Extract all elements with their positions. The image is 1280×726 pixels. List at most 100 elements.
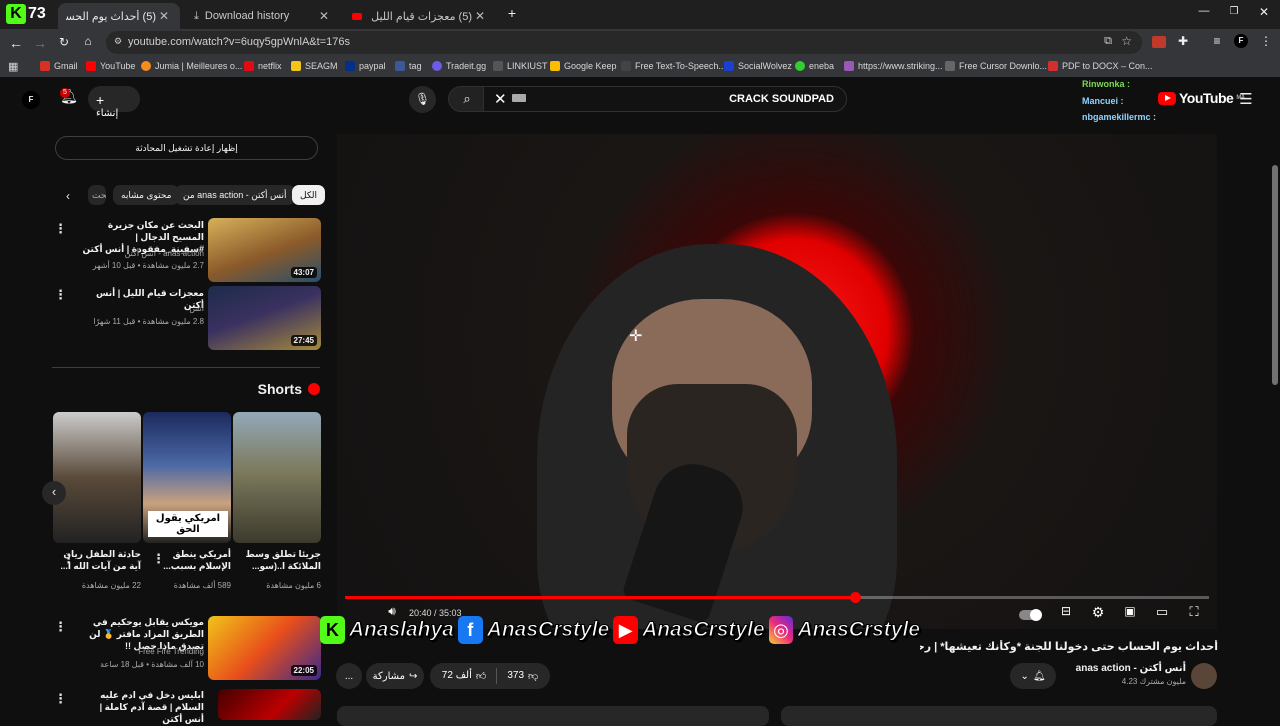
bookmark-gmail[interactable]: Gmail — [40, 61, 78, 71]
chip-similar[interactable]: محتوى مشابه — [113, 185, 180, 205]
bookmark-paypal[interactable]: paypal — [345, 61, 386, 71]
fullscreen-icon[interactable]: ⛶ — [1181, 604, 1207, 626]
apps-icon[interactable]: ▦ — [8, 60, 18, 73]
tab-miracles[interactable]: (5) معجزات قيام الليل | أنس أكتن... ✕ — [344, 3, 496, 29]
channel-name[interactable]: anas action - أنس أكتن — [1060, 663, 1186, 674]
short-title[interactable]: جريئا تطلق وسط الملائكة ا..(سو... — [235, 548, 321, 572]
bookmark-google-keep[interactable]: Google Keep — [550, 61, 617, 71]
video-thumbnail[interactable]: 43:07 — [208, 218, 321, 282]
bookmark-star-icon[interactable]: ☆ — [1121, 34, 1132, 48]
scrubber-handle[interactable] — [849, 592, 861, 603]
channel-avatar[interactable] — [1191, 663, 1217, 689]
close-icon[interactable]: ✕ — [156, 9, 172, 23]
install-icon[interactable]: ⧉ — [1104, 35, 1112, 48]
avatar[interactable]: F — [22, 91, 40, 109]
back-icon[interactable]: ← — [8, 35, 24, 51]
create-button[interactable]: + إنشاء — [88, 86, 140, 119]
video-thumbnail[interactable] — [218, 689, 321, 720]
youtube-logo[interactable]: YouTube MA — [1158, 90, 1245, 106]
home-icon[interactable]: ⌂ — [80, 34, 96, 48]
bookmark-tts[interactable]: Free Text-To-Speech... — [621, 61, 726, 71]
chip-from-channel[interactable]: من anas action - أنس أكتن — [175, 185, 295, 205]
page-scrollbar[interactable] — [1272, 165, 1278, 385]
clear-search-icon[interactable]: ✕ — [494, 90, 507, 108]
tab-download-history[interactable]: ⤓ Download history ✕ — [186, 3, 340, 29]
keyboard-icon[interactable] — [512, 94, 526, 102]
chip-more[interactable]: محت — [88, 185, 106, 205]
voice-search-icon[interactable]: 🎙︎ — [409, 86, 436, 113]
bookmark-linkiust[interactable]: LINKIUST — [493, 61, 548, 71]
show-chat-replay-button[interactable]: إظهار إعادة تشغيل المحادثة — [55, 136, 318, 160]
bookmark-eneba[interactable]: eneba — [795, 61, 834, 71]
crosshair-cursor-icon: ✛ — [629, 328, 643, 345]
short-thumbnail[interactable] — [233, 412, 321, 543]
video-channel[interactable]: أنس — [80, 303, 204, 314]
close-icon[interactable]: ✕ — [472, 9, 488, 23]
video-channel[interactable]: Free Fire Trending — [80, 646, 204, 657]
extension-red-icon[interactable] — [1152, 36, 1166, 48]
media-control-icon[interactable]: ≡ — [1209, 34, 1225, 48]
video-thumbnail[interactable]: 22:05 — [208, 616, 321, 680]
more-options-icon[interactable]: ⋮ — [152, 551, 165, 567]
profile-avatar[interactable]: F — [1234, 34, 1248, 48]
search-icon[interactable]: ⌕ — [448, 86, 486, 112]
more-options-icon[interactable]: ⋮ — [62, 551, 75, 567]
chevron-left-icon[interactable]: ‹ — [42, 481, 66, 505]
like-count: 72 ألف — [441, 670, 472, 681]
bookmark-socialwolvez[interactable]: SocialWolvez — [724, 61, 792, 71]
browser-menu-icon[interactable]: ⋮ — [1260, 34, 1272, 48]
bookmark-cursor[interactable]: Free Cursor Downlo... — [945, 61, 1047, 71]
bookmark-striking[interactable]: https://www.striking... — [844, 61, 943, 71]
more-options-icon[interactable]: ⋮ — [54, 691, 67, 707]
comments-box[interactable] — [781, 706, 1217, 726]
short-thumbnail[interactable] — [53, 412, 141, 543]
bookmark-youtube[interactable]: YouTube — [86, 61, 135, 71]
search-query: CRACK SOUNDPAD — [729, 93, 834, 105]
video-player[interactable]: ✛ 🔊︎ 20:40 / 35:03 ⊟ ⚙ ▣ ▭ ⛶ — [337, 134, 1217, 629]
miniplayer-icon[interactable]: ▣ — [1117, 604, 1143, 626]
tab-video[interactable]: (5) أحداث يوم الحساب حتى دخو... ✕ — [58, 3, 180, 29]
more-options-icon[interactable]: ⋮ — [54, 287, 67, 303]
close-window-icon[interactable]: ✕ — [1256, 5, 1272, 19]
autoplay-toggle[interactable] — [1017, 604, 1043, 626]
progress-bar[interactable] — [345, 592, 1209, 603]
like-dislike-group: 72 ألف 👍︎ 373 👎︎ — [430, 663, 550, 689]
reload-icon[interactable]: ↻ — [56, 35, 72, 49]
settings-icon[interactable]: ⚙ — [1085, 604, 1111, 626]
bookmark-tradeit[interactable]: Tradeit.gg — [432, 61, 486, 71]
short-meta: 6 مليون مشاهدة — [266, 581, 321, 590]
url-field[interactable]: ⚙ youtube.com/watch?v=6uqy5gpWnlA&t=176s… — [106, 31, 1142, 54]
minimize-icon[interactable]: — — [1196, 5, 1212, 17]
site-info-icon[interactable]: ⚙ — [114, 36, 122, 47]
seagm-icon — [291, 61, 301, 71]
subtitles-icon[interactable]: ⊟ — [1053, 604, 1079, 626]
video-thumbnail[interactable]: 27:45 — [208, 286, 321, 350]
close-icon[interactable]: ✕ — [316, 9, 332, 23]
chip-all[interactable]: الكل — [292, 185, 326, 205]
bookmark-seagm[interactable]: SEAGM — [291, 61, 338, 71]
menu-icon[interactable]: ☰ — [1238, 90, 1254, 108]
bookmark-pdf[interactable]: PDF to DOCX – Con... — [1048, 61, 1153, 71]
dislike-button[interactable]: 373 👎︎ — [507, 670, 538, 682]
chevron-down-icon: ⌄ — [1020, 670, 1029, 682]
theater-mode-icon[interactable]: ▭ — [1149, 604, 1175, 626]
subscribed-bell-button[interactable]: ⌄ 🔔︎ — [1010, 663, 1056, 689]
more-actions-button[interactable]: ... — [336, 663, 362, 689]
forward-icon[interactable]: → — [32, 35, 48, 51]
bookmark-netflix[interactable]: netflix — [244, 61, 282, 71]
more-options-icon[interactable]: ⋮ — [54, 619, 67, 635]
social-handles-overlay: K Anaslahya f AnasCrstyle ▶ AnasCrstyle … — [320, 610, 920, 650]
like-button[interactable]: 72 ألف 👍︎ — [442, 670, 487, 682]
search-input[interactable]: ✕ CRACK SOUNDPAD — [483, 86, 847, 112]
bookmark-tag[interactable]: tag — [395, 61, 422, 71]
share-button[interactable]: مشاركة ↪ — [366, 663, 424, 689]
bookmark-jumia[interactable]: Jumia | Meilleures o... — [141, 61, 242, 71]
video-channel[interactable]: anas action - أنس أكتن — [80, 248, 204, 259]
short-thumbnail[interactable]: امريكي يقول الحق — [143, 412, 231, 543]
new-tab-icon[interactable]: + — [504, 5, 520, 21]
description-box[interactable] — [337, 706, 769, 726]
restore-icon[interactable]: ❐ — [1226, 6, 1242, 17]
more-options-icon[interactable]: ⋮ — [54, 221, 67, 237]
chevron-left-icon[interactable]: ‹ — [62, 189, 74, 203]
extensions-icon[interactable]: ✚ — [1175, 34, 1191, 48]
